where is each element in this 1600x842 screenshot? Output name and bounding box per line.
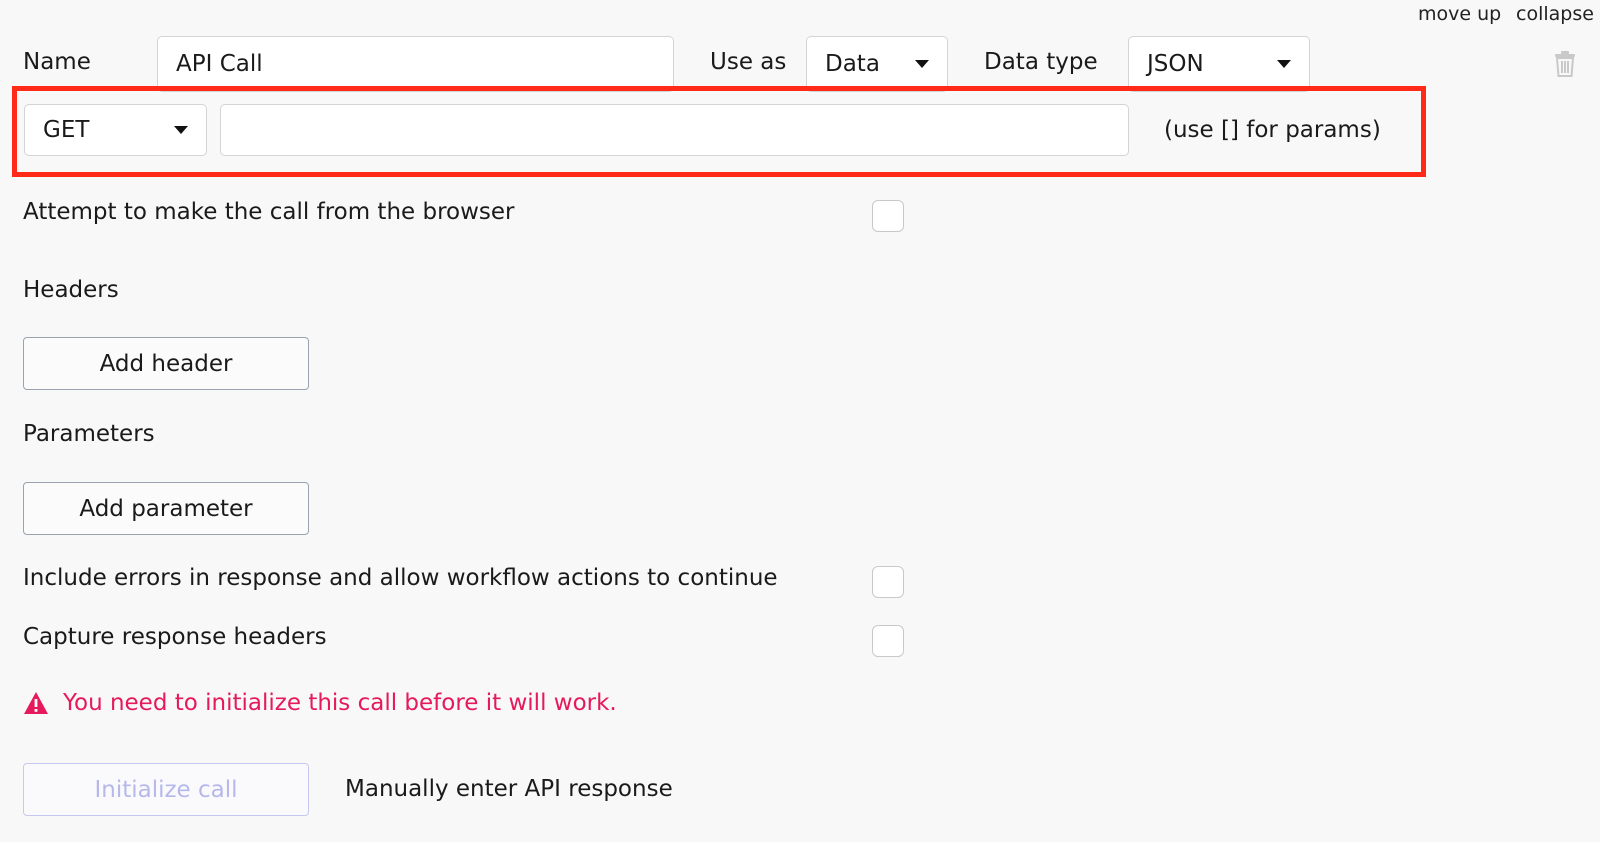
- caret-down-icon: [915, 60, 929, 68]
- capture-headers-checkbox[interactable]: [872, 625, 904, 657]
- url-input[interactable]: [220, 104, 1129, 156]
- name-label: Name: [23, 49, 91, 75]
- caret-down-icon: [174, 126, 188, 134]
- warning-triangle-icon: [24, 692, 48, 714]
- data-type-value: JSON: [1147, 51, 1204, 77]
- trash-icon[interactable]: [1552, 50, 1578, 78]
- use-as-value: Data: [825, 51, 880, 77]
- init-warning: You need to initialize this call before …: [23, 690, 617, 716]
- browser-call-label: Attempt to make the call from the browse…: [23, 199, 515, 225]
- method-value: GET: [43, 117, 90, 143]
- add-header-button[interactable]: Add header: [23, 337, 309, 390]
- include-errors-label: Include errors in response and allow wor…: [23, 565, 778, 591]
- manual-response-link[interactable]: Manually enter API response: [345, 776, 673, 802]
- url-input-text[interactable]: [239, 117, 1110, 143]
- include-errors-checkbox[interactable]: [872, 566, 904, 598]
- add-parameter-button[interactable]: Add parameter: [23, 482, 309, 535]
- data-type-dropdown[interactable]: JSON: [1128, 36, 1310, 92]
- headers-title: Headers: [23, 277, 119, 303]
- use-as-dropdown[interactable]: Data: [806, 36, 948, 92]
- collapse-link[interactable]: collapse: [1516, 3, 1594, 25]
- browser-call-checkbox[interactable]: [872, 200, 904, 232]
- method-dropdown[interactable]: GET: [24, 104, 207, 156]
- move-up-link[interactable]: move up: [1418, 3, 1501, 25]
- name-input-text[interactable]: [176, 51, 655, 77]
- url-hint: (use [] for params): [1164, 117, 1381, 143]
- data-type-label: Data type: [984, 49, 1098, 75]
- parameters-title: Parameters: [23, 421, 155, 447]
- use-as-label: Use as: [710, 49, 787, 75]
- warning-text: You need to initialize this call before …: [63, 690, 617, 716]
- caret-down-icon: [1277, 60, 1291, 68]
- name-input[interactable]: [157, 36, 674, 92]
- capture-headers-label: Capture response headers: [23, 624, 327, 650]
- initialize-call-button[interactable]: Initialize call: [23, 763, 309, 816]
